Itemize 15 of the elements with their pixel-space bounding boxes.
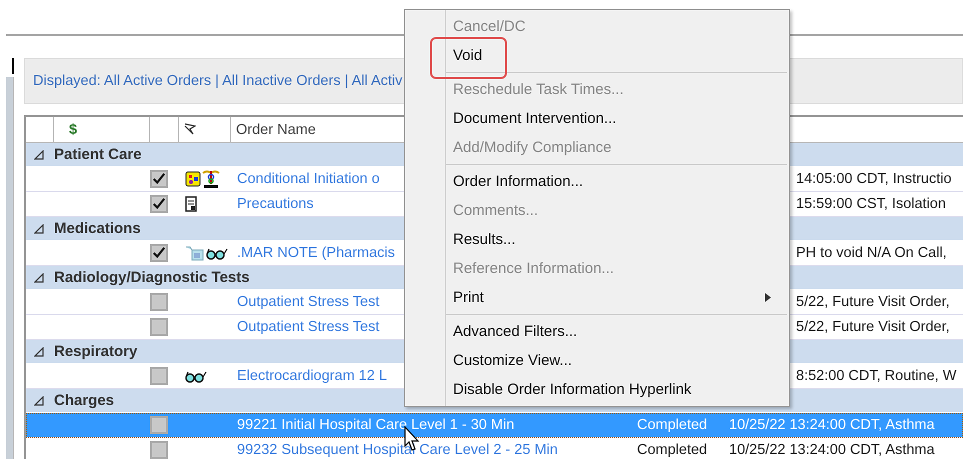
group-name: Respiratory: [54, 343, 138, 360]
group-name: Radiology/Diagnostic Tests: [54, 269, 250, 286]
order-details: 8:52:00 CDT, Routine, W: [796, 368, 956, 384]
status-text: Completed: [636, 442, 708, 458]
status-text: Completed: [636, 417, 708, 433]
order-details: 10/25/22 13:24:00 CDT, Asthma: [729, 417, 935, 433]
group-name: Medications: [54, 220, 141, 237]
order-details: 5/22, Future Visit Order,: [796, 294, 950, 310]
group-name: Patient Care: [54, 146, 142, 163]
order-details: 10/25/22 13:24:00 CDT, Asthma: [729, 442, 935, 458]
order-details: 15:59:00 CST, Isolation: [796, 196, 946, 212]
group-name: Charges: [54, 392, 114, 409]
order-details: PH to void N/A On Call,: [796, 245, 947, 261]
order-details: 14:05:00 CDT, Instructio: [796, 171, 952, 187]
order-details: 5/22, Future Visit Order,: [796, 319, 950, 335]
